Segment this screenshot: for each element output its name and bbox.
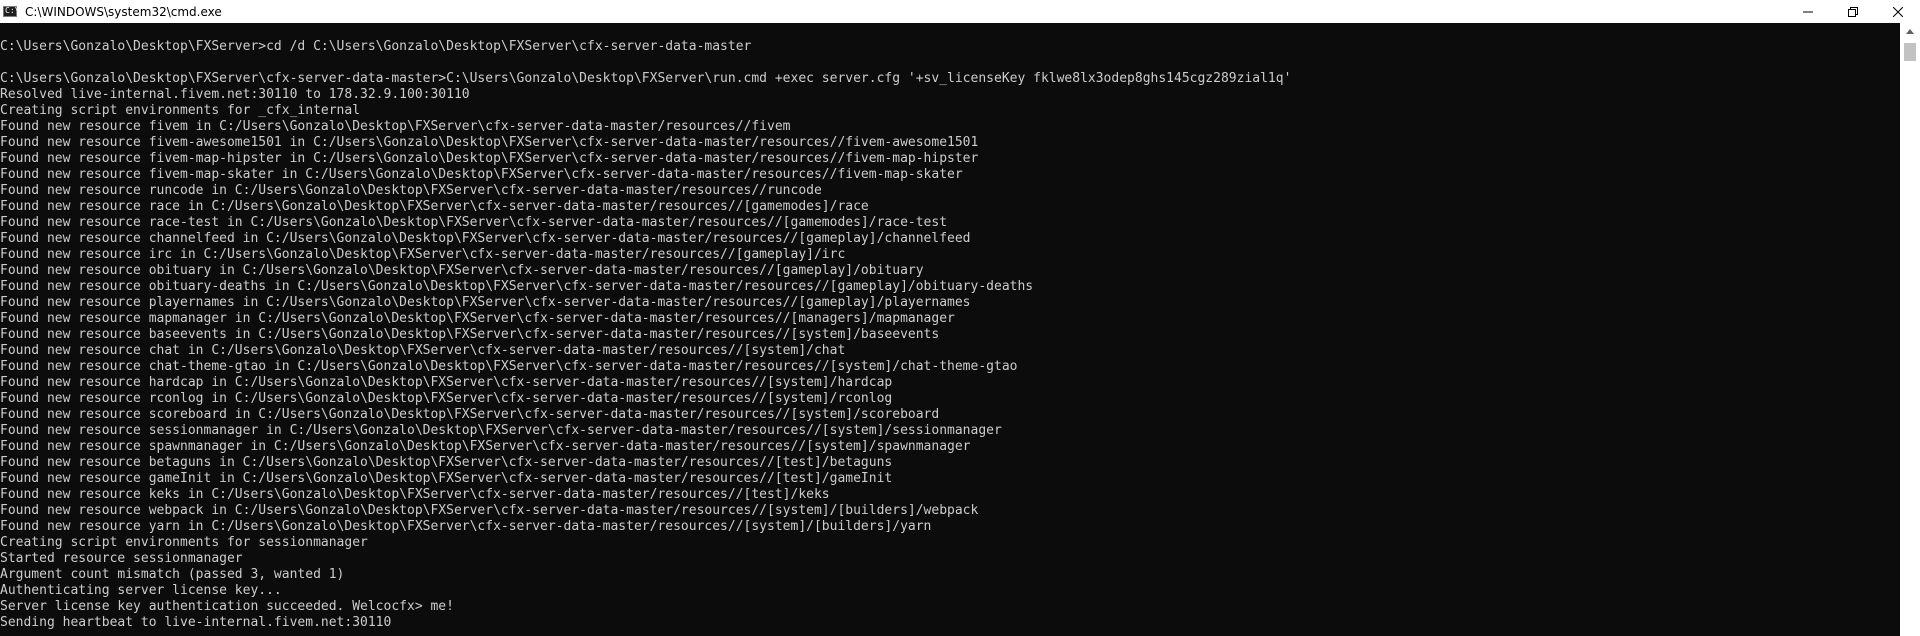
scroll-up-arrow-icon	[1906, 29, 1914, 34]
console-line: Found new resource playernames in C:/Use…	[0, 295, 971, 310]
console-line: Authenticating server license key...	[0, 583, 282, 598]
console-line: Found new resource fivem in C:/Users\Gon…	[0, 119, 791, 134]
console-line: Found new resource scoreboard in C:/User…	[0, 407, 940, 422]
console-line: Found new resource fivem-awesome1501 in …	[0, 135, 979, 150]
restore-button[interactable]	[1830, 0, 1875, 23]
console-line: Found new resource chat in C:/Users\Gonz…	[0, 343, 846, 358]
console-line: Argument count mismatch (passed 3, wante…	[0, 567, 345, 582]
console-line: Sending heartbeat to live-internal.fivem…	[0, 615, 392, 630]
console-line: Found new resource mapmanager in C:/User…	[0, 311, 955, 326]
console-line: Found new resource webpack in C:/Users\G…	[0, 503, 979, 518]
scroll-up-button[interactable]	[1900, 23, 1920, 40]
restore-icon	[1847, 6, 1858, 17]
console-line: Found new resource race-test in C:/Users…	[0, 215, 948, 230]
console-line: Found new resource betaguns in C:/Users\…	[0, 455, 893, 470]
console-line: Found new resource fivem-map-skater in C…	[0, 167, 963, 182]
minimize-button[interactable]	[1785, 0, 1830, 23]
window-title: C:\WINDOWS\system32\cmd.exe	[25, 4, 222, 19]
cmd-icon-glyph: C:\	[5, 6, 20, 15]
close-button[interactable]	[1875, 0, 1920, 23]
console-line: Found new resource sessionmanager in C:/…	[0, 423, 1002, 438]
title-bar[interactable]: C:\ C:\WINDOWS\system32\cmd.exe	[0, 0, 1920, 23]
console-line: Creating script environments for session…	[0, 535, 368, 550]
console-line: Found new resource rconlog in C:/Users\G…	[0, 391, 893, 406]
console-line: Found new resource obituary in C:/Users\…	[0, 263, 924, 278]
console-line: Found new resource race in C:/Users\Gonz…	[0, 199, 869, 214]
console-line: C:\Users\Gonzalo\Desktop\FXServer>cd /d …	[0, 39, 752, 54]
console-line: Found new resource obituary-deaths in C:…	[0, 279, 1034, 294]
caption-buttons	[1785, 0, 1920, 23]
console-line: Resolved live-internal.fivem.net:30110 t…	[0, 87, 470, 102]
console-line: Found new resource chat-theme-gtao in C:…	[0, 359, 1018, 374]
console-line: Found new resource irc in C:/Users\Gonza…	[0, 247, 846, 262]
console-line: Found new resource fivem-map-hipster in …	[0, 151, 979, 166]
console-line: Found new resource runcode in C:/Users\G…	[0, 183, 822, 198]
console-line: Server license key authentication succee…	[0, 599, 454, 614]
close-icon	[1892, 6, 1903, 17]
vertical-scrollbar[interactable]	[1900, 23, 1920, 636]
scroll-thumb[interactable]	[1904, 43, 1916, 61]
cmd-icon: C:\	[3, 6, 20, 17]
console-line: Found new resource gameInit in C:/Users\…	[0, 471, 893, 486]
cmd-window: C:\ C:\WINDOWS\system32\cmd.exe C:\Users…	[0, 0, 1920, 636]
console-line: Found new resource yarn in C:/Users\Gonz…	[0, 519, 932, 534]
console-line: Found new resource baseevents in C:/User…	[0, 327, 940, 342]
console-line: Started resource sessionmanager	[0, 551, 243, 566]
console-line: Found new resource spawnmanager in C:/Us…	[0, 439, 971, 454]
console-line: Found new resource keks in C:/Users\Gonz…	[0, 487, 830, 502]
console-line: Found new resource hardcap in C:/Users\G…	[0, 375, 893, 390]
console-line: C:\Users\Gonzalo\Desktop\FXServer\cfx-se…	[0, 71, 1292, 86]
console-output[interactable]: C:\Users\Gonzalo\Desktop\FXServer>cd /d …	[0, 23, 1900, 636]
console-line: Found new resource channelfeed in C:/Use…	[0, 231, 971, 246]
console-line: Creating script environments for _cfx_in…	[0, 103, 361, 118]
console-text: C:\Users\Gonzalo\Desktop\FXServer>cd /d …	[0, 23, 1900, 631]
minimize-icon	[1802, 11, 1813, 12]
